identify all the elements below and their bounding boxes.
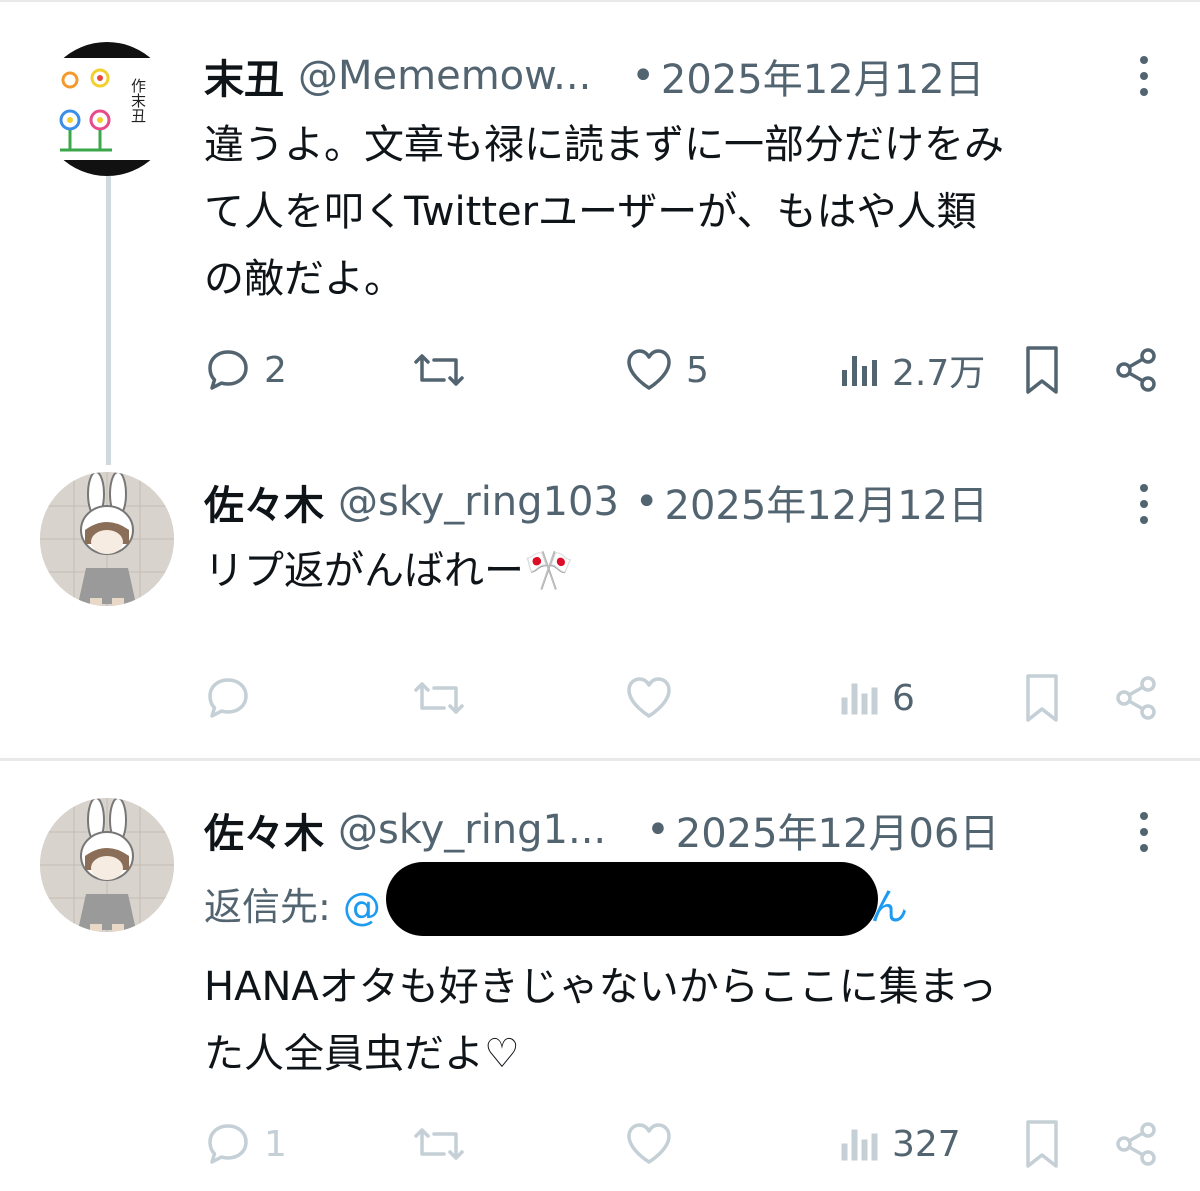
replying-to-mention[interactable]: @ — [343, 885, 381, 929]
views-button[interactable]: 2.7万 — [840, 340, 985, 400]
tweet-date[interactable]: 2025年12月12日 — [665, 473, 989, 531]
tweet-text: HANAオタも好きじゃないからここに集まっ た人全員虫だよ♡ — [204, 964, 998, 1077]
reply-icon — [208, 678, 248, 718]
separator-dot: • — [631, 53, 655, 99]
tweet-2[interactable]: 佐々木 @sky_ring103 • 2025年12月12日 リプ返がんばれー🎌… — [0, 440, 1200, 758]
avatar[interactable] — [40, 798, 174, 932]
bookmark-button[interactable] — [1022, 668, 1062, 728]
tweet-header: 末丑 @Mememow... • 2025年12月12日 — [204, 48, 985, 104]
thread-connector-line — [106, 175, 111, 465]
avatar-flower-drawing — [40, 42, 174, 176]
like-button[interactable]: 5 — [624, 340, 709, 400]
tweet-text: リプ返がんばれー🎌 — [204, 548, 574, 594]
tweet-1[interactable]: 作末丑 末丑 @Mememow... • 2025年12月12日 違うよ。文章も… — [0, 0, 1200, 465]
action-bar: 1 327 — [204, 1114, 1164, 1174]
avatar[interactable] — [40, 472, 174, 606]
action-bar: 6 — [204, 668, 1164, 728]
heart-icon — [627, 1123, 671, 1164]
replying-to-label: 返信先: — [204, 885, 331, 929]
avatar[interactable]: 作末丑 — [40, 42, 174, 176]
tweet-date[interactable]: 2025年12月06日 — [676, 801, 1000, 859]
tweet-3[interactable]: 佐々木 @sky_ring1... • 2025年12月06日 返信先: @ ん… — [0, 762, 1200, 1191]
redaction-bar — [386, 862, 878, 936]
display-name[interactable]: 末丑 — [204, 47, 284, 105]
views-chart-icon — [841, 683, 878, 715]
retweet-button[interactable] — [412, 340, 466, 400]
share-button[interactable] — [1114, 1114, 1160, 1174]
retweet-icon — [414, 354, 464, 386]
views-count: 2.7万 — [892, 353, 986, 394]
action-bar: 2 5 2.7万 — [204, 340, 1164, 400]
reply-button[interactable]: 1 — [204, 1114, 287, 1174]
reply-count: 1 — [264, 1123, 287, 1165]
views-chart-icon — [842, 356, 877, 386]
reply-button[interactable]: 2 — [204, 340, 287, 400]
like-count: 5 — [686, 349, 709, 391]
share-button[interactable] — [1114, 340, 1160, 400]
share-icon — [1116, 1122, 1156, 1166]
retweet-button[interactable] — [412, 668, 466, 728]
user-handle[interactable]: @sky_ring1... — [338, 807, 606, 853]
views-count: 6 — [892, 677, 915, 719]
avatar-signature: 作末丑 — [129, 78, 147, 123]
avatar-bunny-girl — [40, 798, 174, 932]
views-count: 327 — [892, 1123, 961, 1165]
replying-to: 返信先: @ — [204, 876, 381, 931]
reply-icon — [208, 350, 248, 390]
separator-dot: • — [634, 479, 659, 525]
user-handle[interactable]: @Mememow... — [298, 53, 591, 99]
share-button[interactable] — [1114, 668, 1160, 728]
bookmark-icon — [1026, 346, 1058, 394]
top-divider — [0, 0, 1200, 2]
tweet-divider — [0, 758, 1200, 761]
heart-icon — [627, 349, 671, 390]
tweet-header: 佐々木 @sky_ring103 • 2025年12月12日 — [204, 474, 988, 530]
tweet-text: 違うよ。文章も禄に読まずに一部分だけをみ て人を叩くTwitterユーザーが、も… — [204, 122, 1004, 302]
bookmark-button[interactable] — [1022, 1114, 1062, 1174]
views-button[interactable]: 327 — [840, 1114, 961, 1174]
retweet-button[interactable] — [412, 1114, 466, 1174]
retweet-icon — [414, 682, 464, 714]
tweet-header: 佐々木 @sky_ring1... • 2025年12月06日 — [204, 802, 999, 858]
like-button[interactable] — [624, 668, 674, 728]
views-button[interactable]: 6 — [840, 668, 915, 728]
user-handle[interactable]: @sky_ring103 — [338, 479, 619, 525]
more-options-icon[interactable] — [1138, 56, 1150, 96]
avatar-bunny-girl — [40, 472, 174, 606]
bookmark-icon — [1026, 1120, 1058, 1168]
reply-icon — [208, 1124, 248, 1164]
reply-count: 2 — [264, 349, 287, 391]
heart-icon — [627, 677, 671, 718]
more-options-icon[interactable] — [1138, 484, 1150, 524]
share-icon — [1116, 348, 1156, 392]
display-name[interactable]: 佐々木 — [204, 801, 324, 859]
views-chart-icon — [841, 1129, 878, 1161]
separator-dot: • — [646, 807, 670, 853]
tweet-date[interactable]: 2025年12月12日 — [661, 47, 985, 105]
bookmark-button[interactable] — [1022, 340, 1062, 400]
more-options-icon[interactable] — [1138, 812, 1150, 852]
like-button[interactable] — [624, 1114, 674, 1174]
bookmark-icon — [1026, 674, 1058, 722]
retweet-icon — [414, 1128, 464, 1160]
display-name[interactable]: 佐々木 — [204, 473, 324, 531]
share-icon — [1116, 676, 1156, 720]
reply-button[interactable] — [204, 668, 264, 728]
